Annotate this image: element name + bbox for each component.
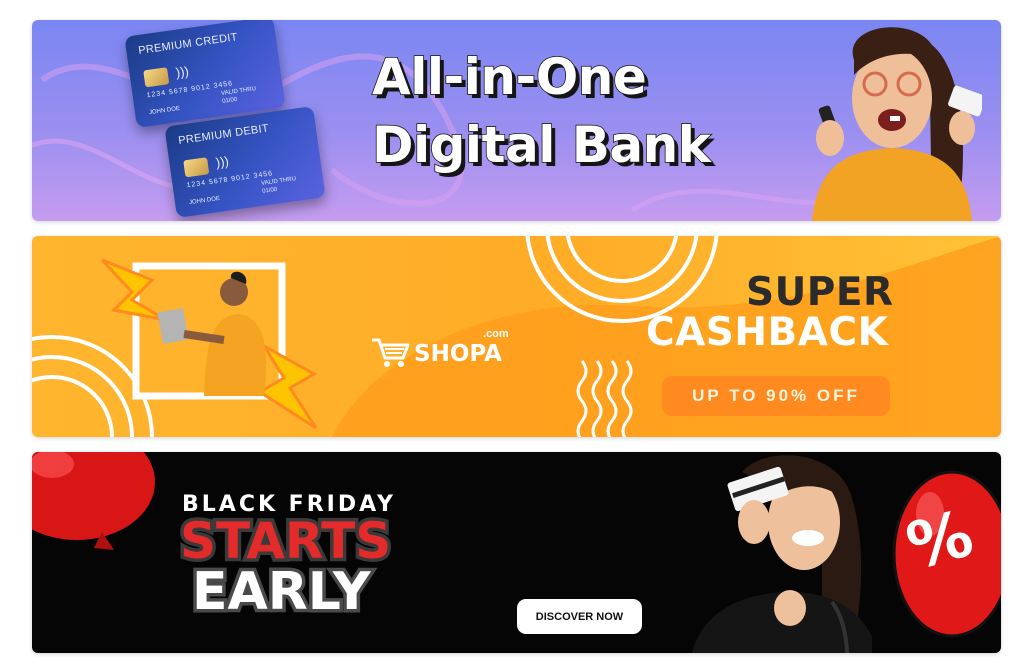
headline-super: SUPER (746, 270, 894, 315)
contactless-icon: ))) (214, 153, 230, 170)
card-holder: JOHN DOE (188, 195, 221, 207)
shopa-logo[interactable]: SHOPA .com (370, 328, 520, 372)
card-title: PREMIUM DEBIT (177, 122, 270, 148)
card-expiry: VALID THRU 01/00 (260, 176, 297, 195)
smiling-woman-with-card-photo (692, 455, 872, 653)
banner-super-cashback[interactable]: SHOPA .com SUPER CASHBACK UP TO 90% OFF (32, 236, 1001, 437)
offer-pill[interactable]: UP TO 90% OFF (662, 376, 890, 416)
left-red-balloon (32, 452, 155, 550)
card-chip-icon (183, 157, 210, 178)
banner-black-friday[interactable]: BLACK FRIDAY STARTS EARLY DISCOVER NOW % (32, 452, 1001, 653)
card-chip-icon (143, 67, 170, 88)
brand-name: SHOPA (414, 341, 502, 367)
card-holder: JOHN DOE (148, 105, 181, 117)
headline-line-1: All-in-One (371, 47, 647, 107)
shopping-cart-icon (372, 338, 410, 367)
card-expiry: VALID THRU 01/00 (220, 86, 257, 105)
happy-woman-with-card-photo (812, 27, 982, 221)
man-with-laptop-photo (100, 258, 318, 430)
headline-line-2: Digital Bank (371, 115, 711, 175)
right-red-balloon: % (890, 464, 1001, 653)
brand-suffix: .com (483, 328, 509, 340)
discover-now-button[interactable]: DISCOVER NOW (517, 599, 642, 634)
headline-cashback: CASHBACK (646, 310, 889, 355)
banner-digital-bank[interactable]: PREMIUM CREDIT ))) 1234 5678 9012 3456 J… (32, 20, 1001, 221)
contactless-icon: ))) (174, 63, 190, 80)
card-title: PREMIUM CREDIT (137, 31, 239, 58)
early-label: EARLY (189, 559, 374, 626)
